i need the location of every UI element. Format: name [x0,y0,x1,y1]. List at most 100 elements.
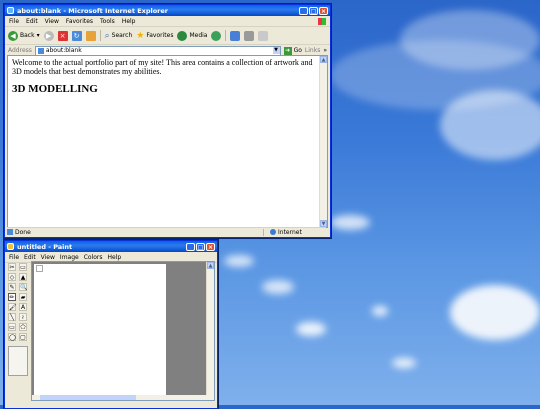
page-heading: 3D MODELLING [12,83,98,95]
toolbar-separator [99,30,101,41]
text-tool[interactable]: A [19,303,27,311]
scroll-down-arrow[interactable]: ▼ [320,220,327,227]
favorites-button[interactable]: ★ Favorites [136,31,173,41]
menu-view[interactable]: View [45,18,59,25]
status-divider [263,228,264,236]
paint-titlebar[interactable]: untitled - Paint _ □ × [5,241,217,252]
links-label[interactable]: Links [305,47,320,54]
paint-horizontal-scrollbar[interactable] [32,395,207,400]
airbrush-tool[interactable]: 🖌 [8,303,17,311]
go-label: Go [293,47,302,54]
page-intro-text: Welcome to the actual portfolio part of … [12,58,313,76]
paint-vertical-scrollbar[interactable]: ▲ [206,262,214,400]
back-button[interactable]: ◀ Back ▾ [8,30,40,41]
scroll-up-arrow[interactable]: ▲ [207,262,214,269]
globe-icon [270,229,276,235]
menu-edit[interactable]: Edit [24,254,36,261]
paint-canvas-area: ▲ [31,261,215,401]
paint-icon [7,243,14,250]
curve-tool[interactable]: ≀ [19,313,27,321]
line-tool[interactable]: ╲ [8,313,16,321]
menu-tools[interactable]: Tools [100,18,115,25]
go-arrow-icon: ➜ [283,46,292,55]
menu-image[interactable]: Image [60,254,79,261]
pencil-tool[interactable]: ✏ [8,293,16,301]
close-button[interactable]: × [319,6,328,15]
menu-favorites[interactable]: Favorites [66,18,93,25]
polygon-tool[interactable]: ⬠ [19,323,27,331]
minimize-button[interactable]: _ [186,242,195,251]
toolbar-separator [225,30,227,41]
cloud [262,280,294,294]
free-select-tool[interactable]: ✂ [8,263,16,271]
cloud [330,215,370,230]
back-arrow-icon: ◀ [8,30,18,41]
rounded-rectangle-tool[interactable]: ▢ [19,333,27,341]
media-button[interactable]: Media [177,30,207,41]
tool-options-box[interactable] [8,346,28,376]
menu-file[interactable]: File [9,254,19,261]
maximize-button[interactable]: □ [196,242,205,251]
cloud [440,90,540,160]
maximize-button[interactable]: □ [309,6,318,15]
address-value: about:blank [45,47,82,54]
menu-view[interactable]: View [41,254,55,261]
tool-box: ✂ ▭ ◇ ▲ ✎ 🔍 ✏ ▰ 🖌 A ╲ ≀ ▭ ⬠ ◯ ▢ [8,263,28,376]
ie-page-content: Welcome to the actual portfolio part of … [7,55,328,228]
ellipse-tool[interactable]: ◯ [8,333,16,341]
chevron-down-icon: ▾ [36,32,40,39]
print-button[interactable] [244,30,255,41]
fill-tool[interactable]: ▲ [19,273,27,281]
chevron-right-icon[interactable]: » [323,47,327,54]
menu-edit[interactable]: Edit [26,18,38,25]
brush-tool[interactable]: ▰ [19,293,27,301]
forward-button[interactable]: ▶ [43,30,54,41]
refresh-button[interactable]: ↻ [71,30,82,41]
magnifier-tool[interactable]: 🔍 [19,283,27,291]
menu-colors[interactable]: Colors [84,254,103,261]
broken-image-icon [36,265,43,272]
page-done-icon [7,229,13,235]
cloud [296,322,326,336]
media-icon [177,30,188,41]
back-label: Back [20,32,35,39]
close-button[interactable]: × [206,242,215,251]
history-button[interactable] [211,30,222,41]
paint-window-title: untitled - Paint [17,242,73,251]
cloud [400,10,540,70]
pick-color-tool[interactable]: ✎ [8,283,16,291]
menu-help[interactable]: Help [122,18,136,25]
menu-file[interactable]: File [9,18,19,25]
windows-logo-icon [318,17,326,25]
paint-canvas[interactable] [34,264,166,397]
ie-vertical-scrollbar[interactable]: ▲ ▼ [319,56,327,227]
mail-button[interactable] [230,30,241,41]
edit-button[interactable] [258,30,269,41]
ie-window: about:blank - Microsoft Internet Explore… [4,4,331,238]
ie-toolbar: ◀ Back ▾ ▶ × ↻ ⌕ Search ★ Favorites Medi… [5,27,330,45]
ie-window-title: about:blank - Microsoft Internet Explore… [17,6,169,15]
go-button[interactable]: ➜ Go [283,46,302,55]
cloud [372,306,388,316]
home-button[interactable] [85,30,96,41]
scroll-up-arrow[interactable]: ▲ [320,56,327,63]
address-field[interactable]: about:blank ▼ [34,45,281,56]
status-done: Done [15,228,31,236]
search-icon: ⌕ [104,30,110,41]
minimize-button[interactable]: _ [299,6,308,15]
ie-statusbar: Done Internet [7,227,326,236]
eraser-tool[interactable]: ◇ [8,273,16,281]
ie-menubar: File Edit View Favorites Tools Help [5,16,330,27]
select-tool[interactable]: ▭ [19,263,27,271]
menu-help[interactable]: Help [108,254,122,261]
rectangle-tool[interactable]: ▭ [8,323,16,331]
ie-titlebar[interactable]: about:blank - Microsoft Internet Explore… [5,5,330,16]
ie-icon [7,7,14,14]
search-button[interactable]: ⌕ Search [105,31,133,41]
paint-window: untitled - Paint _ □ × File Edit View Im… [4,240,218,409]
address-dropdown-icon[interactable]: ▼ [272,47,280,54]
stop-button[interactable]: × [57,30,68,41]
page-icon [37,47,44,54]
scroll-thumb[interactable] [40,395,136,400]
search-label: Search [111,32,133,39]
